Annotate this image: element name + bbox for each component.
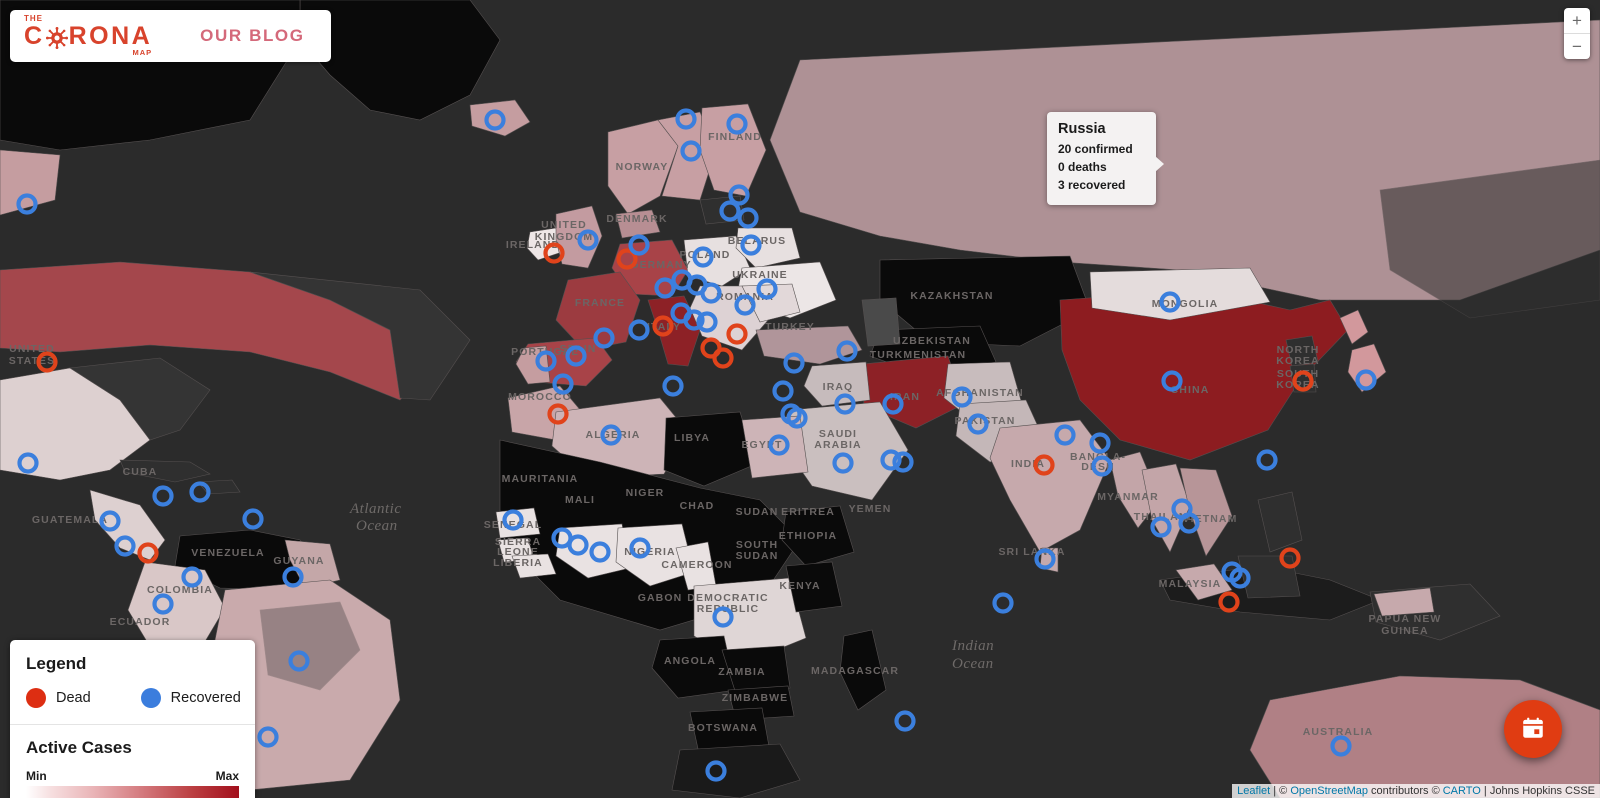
ocean-label: Indian xyxy=(951,638,994,654)
attribution-sep-2: | xyxy=(1480,785,1490,797)
calendar-icon xyxy=(1520,715,1546,744)
country-label: NIGER xyxy=(626,487,665,499)
country-label: SRI LANKA xyxy=(998,546,1065,558)
attribution-source: Johns Hopkins CSSE xyxy=(1489,785,1595,797)
country-label: KENYA xyxy=(779,580,820,592)
country-label: LIBERIA xyxy=(493,557,543,569)
legend-bottom-section: Active Cases Min Max xyxy=(10,725,255,798)
country-label: COLOMBIA xyxy=(147,584,213,596)
country-label: STATES xyxy=(9,355,55,367)
country-label: ECUADOR xyxy=(110,616,171,628)
legend-label-dead: Dead xyxy=(56,690,91,706)
logo-rona: RONA xyxy=(68,22,153,50)
country-label: GERMANY xyxy=(630,259,691,271)
legend-top-section: Legend Dead Recovered xyxy=(10,640,255,724)
country-label: VENEZUELA xyxy=(191,547,265,559)
country-label: GABON xyxy=(638,592,683,604)
corona-map-app: Atlantic Ocean Indian Ocean UNITED STATES… xyxy=(0,0,1600,798)
country-label: GUINEA xyxy=(1381,625,1428,637)
dead-swatch-icon xyxy=(26,688,46,708)
legend-keys: Dead Recovered xyxy=(26,688,241,708)
country-label: MAURITANIA xyxy=(502,473,579,485)
country-label: GUATEMALA xyxy=(32,514,108,526)
popup-tip xyxy=(1155,156,1164,172)
legend-key-dead: Dead xyxy=(26,688,91,708)
ocean-label: Ocean xyxy=(952,656,994,672)
our-blog-link[interactable]: OUR BLOG xyxy=(200,26,304,46)
country-label: ARABIA xyxy=(814,439,861,451)
country-label: MADAGASCAR xyxy=(811,665,899,677)
country-info-popup[interactable]: Russia 20 confirmed 0 deaths 3 recovered xyxy=(1047,112,1164,205)
country-label: KAZAKHSTAN xyxy=(910,290,993,302)
country-label: CAMEROON xyxy=(661,559,732,571)
country-label: ANGOLA xyxy=(664,655,716,667)
country-label: BOTSWANA xyxy=(688,722,758,734)
country-label: CHAD xyxy=(680,500,715,512)
country-label: MALI xyxy=(565,494,595,506)
popup-recovered: 3 recovered xyxy=(1058,178,1126,192)
map-attribution: Leaflet | © OpenStreetMap contributors ©… xyxy=(1232,784,1600,798)
country-label: TURKMENISTAN xyxy=(870,349,966,361)
ocean-label: Ocean xyxy=(356,518,398,534)
country-label: YEMEN xyxy=(849,503,892,515)
popup-deaths: 0 deaths xyxy=(1058,160,1107,174)
popup-country-name: Russia xyxy=(1058,121,1106,137)
date-picker-fab-button[interactable] xyxy=(1504,700,1562,758)
country-label: UNITED xyxy=(541,219,587,231)
country-label: IRAQ xyxy=(823,381,854,393)
country-label: ALGERIA xyxy=(586,429,641,441)
leaflet-link[interactable]: Leaflet xyxy=(1237,785,1270,797)
header-bar: THE C RONA MAP OUR BLOG xyxy=(10,10,331,62)
country-label: SUDAN xyxy=(736,506,779,518)
logo-c: C xyxy=(24,22,45,50)
country-label: DENMARK xyxy=(606,213,667,225)
country-label: TURKEY xyxy=(765,321,815,333)
attribution-sep-1: | © xyxy=(1270,785,1291,797)
country-label: EGYPT xyxy=(741,439,782,451)
popup-confirmed: 20 confirmed xyxy=(1058,142,1133,156)
legend-label-recovered: Recovered xyxy=(170,690,241,706)
country-label: MALAYSIA xyxy=(1159,578,1222,590)
country-label: NORWAY xyxy=(616,161,669,173)
country-label: ZIMBABWE xyxy=(722,692,789,704)
legend-panel: Legend Dead Recovered Active Cases Min M… xyxy=(10,640,255,798)
active-cases-gradient-bar xyxy=(26,786,239,798)
zoom-controls: + − xyxy=(1564,8,1590,59)
ocean-label: Atlantic xyxy=(349,501,402,517)
country-label: KOREA xyxy=(1276,355,1319,367)
legend-title: Legend xyxy=(26,654,87,673)
country-label: GUYANA xyxy=(273,555,324,567)
openstreetmap-link[interactable]: OpenStreetMap xyxy=(1290,785,1368,797)
zoom-in-button[interactable]: + xyxy=(1564,8,1590,34)
zoom-out-button[interactable]: − xyxy=(1564,34,1590,59)
country-label: MYANMAR xyxy=(1097,491,1159,503)
country-label: ERITREA xyxy=(781,506,835,518)
logo-map-text: MAP xyxy=(132,48,153,57)
country-label: UKRAINE xyxy=(732,269,788,281)
country-label: PAPUA NEW xyxy=(1369,613,1442,625)
legend-key-recovered: Recovered xyxy=(140,688,241,708)
scale-min-label: Min xyxy=(26,769,47,783)
attribution-contributors: contributors © xyxy=(1367,785,1443,797)
carto-link[interactable]: CARTO xyxy=(1443,785,1481,797)
country-label: ITALY xyxy=(647,321,681,333)
logo-wordmark: C RONA xyxy=(24,24,152,49)
country-label: ZAMBIA xyxy=(718,666,765,678)
scale-labels: Min Max xyxy=(26,769,239,783)
country-label: CUBA xyxy=(123,466,158,478)
country-label: AFGHANISTAN xyxy=(936,387,1024,399)
recovered-swatch-icon xyxy=(140,688,161,708)
virus-icon xyxy=(45,26,68,49)
country-label: ETHIOPIA xyxy=(779,530,837,542)
site-logo[interactable]: THE C RONA MAP xyxy=(24,15,158,57)
country-label: FRANCE xyxy=(575,297,625,309)
active-cases-title: Active Cases xyxy=(26,738,132,757)
country-label: SUDAN xyxy=(736,550,779,562)
scale-max-label: Max xyxy=(215,769,239,783)
country-label: UZBEKISTAN xyxy=(893,335,971,347)
country-label: LIBYA xyxy=(674,432,710,444)
